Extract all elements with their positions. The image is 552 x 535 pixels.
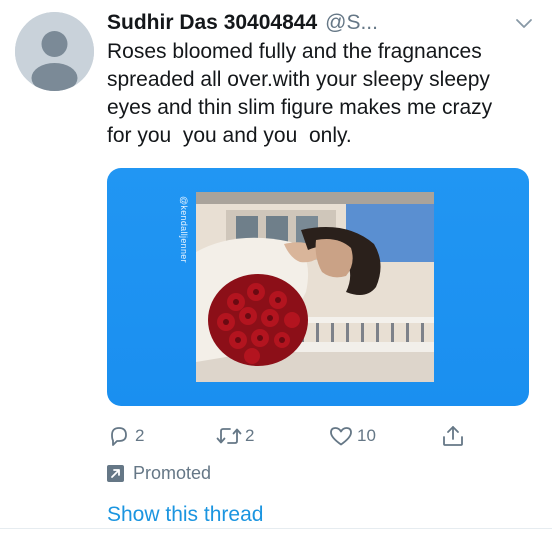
reply-icon [111,427,127,446]
photo-illustration [196,192,434,382]
promoted-text: Promoted [133,463,212,483]
tweet-divider [0,528,552,529]
tweet-text: Roses bloomed fully and the fragnances s… [107,40,493,147]
media-card[interactable]: @kendalljenner [107,168,529,406]
promoted-label: Promoted [107,463,211,484]
default-avatar-icon [15,12,94,91]
promoted-arrow-icon [107,465,124,482]
reply-count: 2 [135,426,145,445]
chevron-down-icon[interactable] [514,13,534,33]
author-handle[interactable]: @S... [325,11,378,35]
reply-button[interactable]: 2 [107,424,144,448]
media-photo [196,192,434,382]
avatar[interactable] [15,12,94,91]
retweet-count: 2 [245,426,255,445]
show-thread-link[interactable]: Show this thread [107,503,263,527]
heart-icon [330,427,352,446]
retweet-icon [216,428,242,444]
like-button[interactable]: 10 [328,424,376,448]
author-name[interactable]: Sudhir Das 30404844 [107,11,317,35]
tweet-header: Sudhir Das 30404844 @S... [107,9,534,37]
like-count: 10 [357,426,376,445]
share-icon [443,426,463,446]
retweet-button[interactable]: 2 [215,424,254,448]
tweet-actions: 2 2 10 [107,424,537,452]
media-watermark: @kendalljenner [179,196,189,263]
share-button[interactable] [441,424,465,448]
